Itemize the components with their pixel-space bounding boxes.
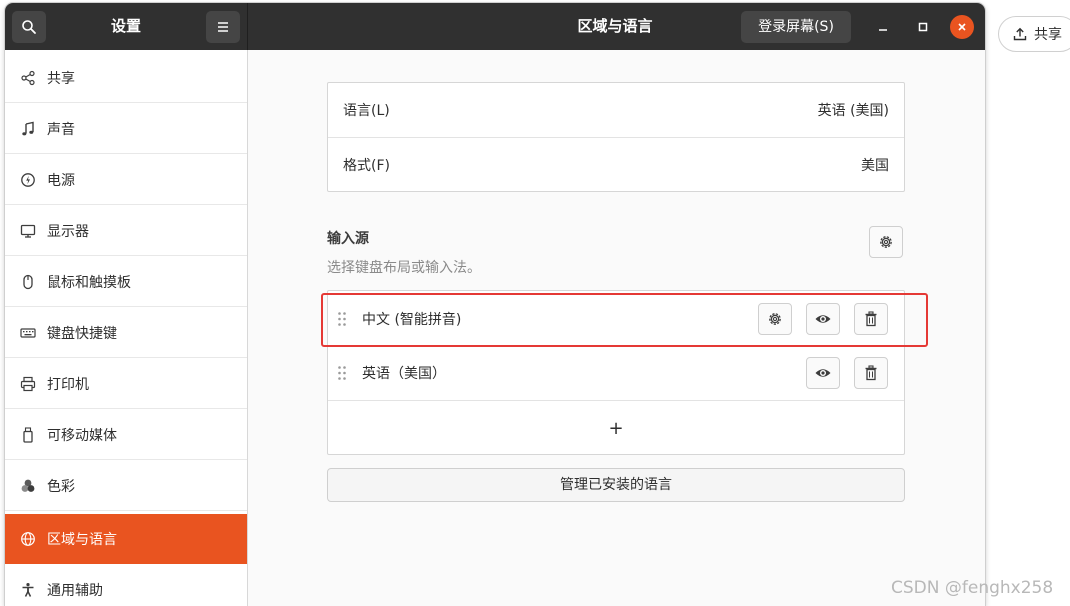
input-sources-list: 中文 (智能拼音) 英语（美国） + <box>327 290 905 455</box>
sidebar-item-label: 色彩 <box>47 478 75 495</box>
hamburger-menu-icon <box>218 22 228 32</box>
drag-handle-icon[interactable] <box>337 311 347 327</box>
sidebar-item-label: 区域与语言 <box>47 532 117 548</box>
printer-icon <box>18 374 38 394</box>
sidebar-item-label: 键盘快捷键 <box>47 325 117 342</box>
gear-icon <box>769 313 781 325</box>
maximize-button[interactable] <box>911 15 935 39</box>
mouse-icon <box>18 272 38 292</box>
sidebar-item-label: 鼠标和触摸板 <box>47 274 131 291</box>
input-source-row[interactable]: 中文 (智能拼音) <box>328 292 904 346</box>
format-label: 格式(F) <box>343 158 390 174</box>
sidebar-item-power[interactable]: 电源 <box>5 155 247 205</box>
minimize-button[interactable] <box>871 15 895 39</box>
input-sources-title: 输入源 <box>327 231 369 247</box>
trash-icon <box>865 365 877 381</box>
language-row[interactable]: 语言(L) 英语 (美国) <box>328 83 904 137</box>
sidebar-item-displays[interactable]: 显示器 <box>5 206 247 256</box>
sidebar-item-label: 可移动媒体 <box>47 427 117 444</box>
sidebar-item-keyboard-shortcuts[interactable]: 键盘快捷键 <box>5 308 247 358</box>
music-note-icon <box>18 119 38 139</box>
settings-sidebar: 共享 声音 电源 显示器 鼠标和触摸板 键盘快捷键 打印机 可移动媒体 色彩 区… <box>5 50 248 606</box>
sidebar-item-label: 打印机 <box>47 376 89 393</box>
sidebar-item-region-language[interactable]: 区域与语言 <box>5 514 247 564</box>
drag-handle-icon[interactable] <box>337 365 347 381</box>
input-source-row[interactable]: 英语（美国） <box>328 346 904 400</box>
region-language-panel: 语言(L) 英语 (美国) 格式(F) 美国 输入源 选择键盘布局或输入法。 中… <box>248 50 985 606</box>
language-value: 英语 (美国) <box>817 103 889 119</box>
globe-icon <box>18 529 38 549</box>
input-source-remove-button[interactable] <box>854 357 888 389</box>
input-sources-options-button[interactable] <box>869 226 903 258</box>
usb-drive-icon <box>18 425 38 445</box>
format-value: 美国 <box>861 158 889 174</box>
sidebar-title: 设置 <box>110 17 141 35</box>
accessibility-icon <box>18 580 38 600</box>
share-button-label: 共享 <box>1034 27 1062 43</box>
language-label: 语言(L) <box>343 103 390 119</box>
sidebar-item-color[interactable]: 色彩 <box>5 461 247 511</box>
input-source-settings-button[interactable] <box>758 303 792 335</box>
upload-icon <box>1013 27 1027 41</box>
sidebar-item-sharing[interactable]: 共享 <box>5 53 247 103</box>
input-source-label: 中文 (智能拼音) <box>362 312 462 328</box>
input-sources-subtitle: 选择键盘布局或输入法。 <box>327 260 481 276</box>
sidebar-item-printers[interactable]: 打印机 <box>5 359 247 409</box>
input-source-preview-button[interactable] <box>806 303 840 335</box>
keyboard-icon <box>18 323 38 343</box>
language-format-list: 语言(L) 英语 (美国) 格式(F) 美国 <box>327 82 905 192</box>
share-button[interactable]: 共享 <box>998 16 1070 52</box>
header-bar-left: 设置 <box>5 3 248 50</box>
eye-icon <box>815 315 831 323</box>
sidebar-item-removable-media[interactable]: 可移动媒体 <box>5 410 247 460</box>
minimize-icon <box>879 29 887 31</box>
eye-icon <box>815 369 831 377</box>
sidebar-item-label: 显示器 <box>47 223 89 240</box>
close-button[interactable] <box>950 15 974 39</box>
power-icon <box>18 170 38 190</box>
add-label: + <box>608 417 624 439</box>
add-input-source-button[interactable]: + <box>328 401 904 455</box>
sidebar-item-label: 通用辅助 <box>47 582 103 599</box>
menu-button[interactable] <box>206 11 240 43</box>
share-icon <box>18 68 38 88</box>
header-bar: 设置 区域与语言 登录屏幕(S) <box>5 3 985 50</box>
maximize-icon <box>918 22 928 32</box>
input-source-label: 英语（美国） <box>362 366 446 382</box>
sidebar-item-label: 电源 <box>47 172 75 189</box>
sidebar-item-accessibility[interactable]: 通用辅助 <box>5 565 247 606</box>
sidebar-item-sound[interactable]: 声音 <box>5 104 247 154</box>
watermark: CSDN @fenghx258 <box>891 578 1054 598</box>
gear-icon <box>880 236 892 248</box>
login-screen-button[interactable]: 登录屏幕(S) <box>741 11 851 43</box>
settings-window: 设置 区域与语言 登录屏幕(S) 共享 声音 电源 显示器 鼠标和触摸板 键盘快… <box>5 3 985 606</box>
sidebar-item-mouse-touchpad[interactable]: 鼠标和触摸板 <box>5 257 247 307</box>
input-source-preview-button[interactable] <box>806 357 840 389</box>
display-icon <box>18 221 38 241</box>
color-icon <box>18 476 38 496</box>
input-source-remove-button[interactable] <box>854 303 888 335</box>
search-button[interactable] <box>12 11 46 43</box>
trash-icon <box>865 311 877 327</box>
close-icon <box>958 23 966 31</box>
page-title: 区域与语言 <box>577 17 653 35</box>
format-row[interactable]: 格式(F) 美国 <box>328 138 904 192</box>
search-icon <box>22 20 36 34</box>
manage-installed-languages-button[interactable]: 管理已安装的语言 <box>327 468 905 502</box>
sidebar-item-label: 声音 <box>47 121 75 138</box>
sidebar-item-label: 共享 <box>47 70 75 87</box>
